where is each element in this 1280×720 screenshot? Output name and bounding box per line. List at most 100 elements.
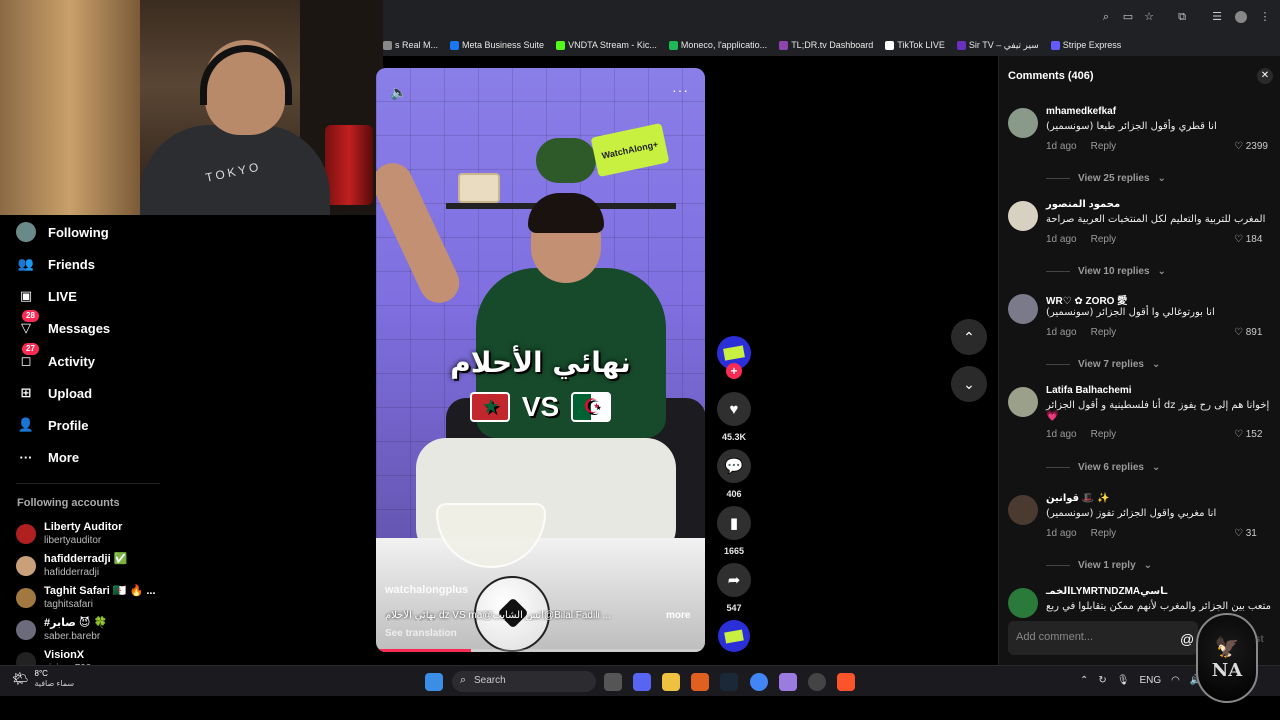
video-description: نهائي الأحلام dz VS ma@اتس الشايب@Bilal … [385,610,611,621]
avatar[interactable] [1008,588,1038,618]
windows-start-icon[interactable] [425,673,443,691]
save-count: 1665 [723,546,745,556]
bookmark-item[interactable]: Meta Business Suite [450,40,544,50]
comment-like[interactable]: ♡ 152 [1234,429,1262,440]
sidebar-item-live[interactable]: ▣ LIVE [16,283,77,309]
reply-button[interactable]: Reply [1091,429,1117,440]
reply-button[interactable]: Reply [1091,327,1117,338]
share-action[interactable]: ➦ 547 [717,563,751,613]
mic-icon[interactable]: 🎙 [1117,675,1130,686]
sidebar-item-activity[interactable]: ◻ 27 Activity [16,343,95,374]
reading-list-icon[interactable]: ☰ [1211,11,1223,23]
avatar[interactable] [1008,201,1038,231]
language-indicator[interactable]: ENG [1139,675,1161,686]
comment-action[interactable]: 💬 406 [717,449,751,499]
comment-username[interactable]: محمود المنصور [1046,199,1120,210]
close-icon[interactable]: ✕ [1257,68,1273,84]
bookmark-item[interactable]: Stripe Express [1050,40,1121,50]
network-icon[interactable]: ↻ [1098,675,1106,686]
bookmark-item[interactable]: Moneco, l'applicatio... [668,40,767,50]
account-name: Liberty Auditor [44,521,123,533]
bookmark-item[interactable]: TL;DR.tv Dashboard [779,40,873,50]
cast-icon[interactable]: ▭ [1122,11,1134,23]
zoom-icon[interactable]: ⌕ [1100,11,1112,23]
comment-like[interactable]: ♡ 2399 [1234,141,1268,152]
avatar[interactable] [1008,108,1038,138]
following-account-item[interactable]: Taghit Safari 🇩🇿 🔥 ... taghitsafari [16,583,156,613]
comment-icon[interactable]: 💬 [717,449,751,483]
share-icon[interactable]: ➦ [717,563,751,597]
video-player[interactable]: WatchAlong+ نهائي الأحلام VS 🔈 ··· watch… [376,68,705,652]
weather-widget[interactable]: 🌤 8°C سماء صافية [12,669,74,689]
view-replies-button[interactable]: View 25 replies ⌄ [1046,173,1166,184]
comment-username[interactable]: Latifa Balhachemi [1046,385,1132,396]
app-a-icon[interactable] [691,673,709,691]
comment-like[interactable]: ♡ 891 [1234,327,1262,338]
task-view-icon[interactable] [604,673,622,691]
sidebar-item-label: Upload [48,385,93,401]
feather-app-icon[interactable] [779,673,797,691]
sidebar-item-friends[interactable]: 👥 Friends [16,251,95,277]
reply-button[interactable]: Reply [1091,234,1117,245]
view-replies-button[interactable]: View 1 reply ⌄ [1046,560,1152,571]
comment-username[interactable]: الخمـLYMRTNDZMAـاسي [1046,586,1167,597]
steam-icon[interactable] [720,673,738,691]
see-translation-link[interactable]: See translation [385,628,457,639]
view-replies-button[interactable]: View 7 replies ⌄ [1046,359,1160,370]
obs-icon[interactable] [808,673,826,691]
bookmark-icon[interactable]: ▮ [717,506,751,540]
comment-username[interactable]: mhamedkefkaf [1046,106,1116,117]
following-account-item[interactable]: hafidderradji ✅ hafidderradji [16,551,127,581]
following-account-item[interactable]: #صابر 😈 🍀 saber.barebr [16,615,107,645]
avatar[interactable] [1008,495,1038,525]
video-author[interactable]: watchalongplus [385,584,468,596]
bookmark-item[interactable]: s Real M... [383,40,438,50]
weather-temp: 8°C [34,669,48,678]
view-replies-button[interactable]: View 6 replies ⌄ [1046,462,1160,473]
next-video-button[interactable]: ⌄ [951,366,987,402]
sidebar-item-following[interactable]: Following [16,219,109,245]
video-progress-bar[interactable] [376,649,705,652]
discord-icon[interactable] [633,673,651,691]
more-link[interactable]: more [666,610,690,621]
profile-avatar-icon[interactable] [1235,11,1247,23]
file-explorer-icon[interactable] [662,673,680,691]
menu-kebab-icon[interactable]: ⋮ [1259,11,1271,23]
wifi-icon[interactable]: ◠ [1171,675,1180,686]
chevron-up-icon: ⌃ [963,328,975,345]
save-action[interactable]: ▮ 1665 [717,506,751,556]
previous-video-button[interactable]: ⌃ [951,319,987,355]
chrome-icon[interactable] [750,673,768,691]
bookmark-item[interactable]: Sir TV – سير تيفي [956,40,1039,51]
heart-icon[interactable]: ♥ [717,392,751,426]
avatar[interactable] [1008,387,1038,417]
reply-button[interactable]: Reply [1091,141,1117,152]
bookmark-item[interactable]: VNDTA Stream - Kic... [556,40,657,50]
brave-icon[interactable] [837,673,855,691]
avatar[interactable] [1008,294,1038,324]
like-action[interactable]: ♥ 45.3K [717,392,751,442]
star-icon[interactable]: ☆ [1143,11,1155,23]
mention-icon[interactable]: @ [1180,631,1194,647]
follow-plus-icon[interactable]: + [726,363,742,379]
reply-button[interactable]: Reply [1091,528,1117,539]
comment-like[interactable]: ♡ 31 [1234,528,1257,539]
video-more-icon[interactable]: ··· [672,82,689,98]
following-account-item[interactable]: Liberty Auditor libertyauditor [16,519,122,549]
sidebar-item-profile[interactable]: 👤 Profile [16,412,89,438]
bookmark-item[interactable]: TikTok LIVE [885,40,945,50]
sidebar-item-messages[interactable]: ▽ 28 Messages [16,310,110,341]
chevron-up-icon[interactable]: ⌃ [1080,675,1088,686]
comment-username[interactable]: قوانين 🎩 ✨ [1046,493,1110,504]
music-disc-icon[interactable] [718,620,750,652]
view-replies-button[interactable]: View 10 replies ⌄ [1046,266,1166,277]
mute-icon[interactable]: 🔈 [390,84,407,101]
taskbar-search[interactable]: ⌕ Search [452,671,596,692]
comment-like[interactable]: ♡ 184 [1234,234,1262,245]
sidebar-item-upload[interactable]: ⊞ Upload [16,380,93,406]
extensions-icon[interactable]: ⧉ [1176,11,1188,23]
comment-username[interactable]: WR♡ ✿ ZORO 愛 [1046,292,1127,307]
comment-count: 406 [726,489,742,499]
sidebar-item-more[interactable]: ··· More [16,444,80,470]
add-comment-input[interactable]: Add comment... [1008,621,1198,655]
